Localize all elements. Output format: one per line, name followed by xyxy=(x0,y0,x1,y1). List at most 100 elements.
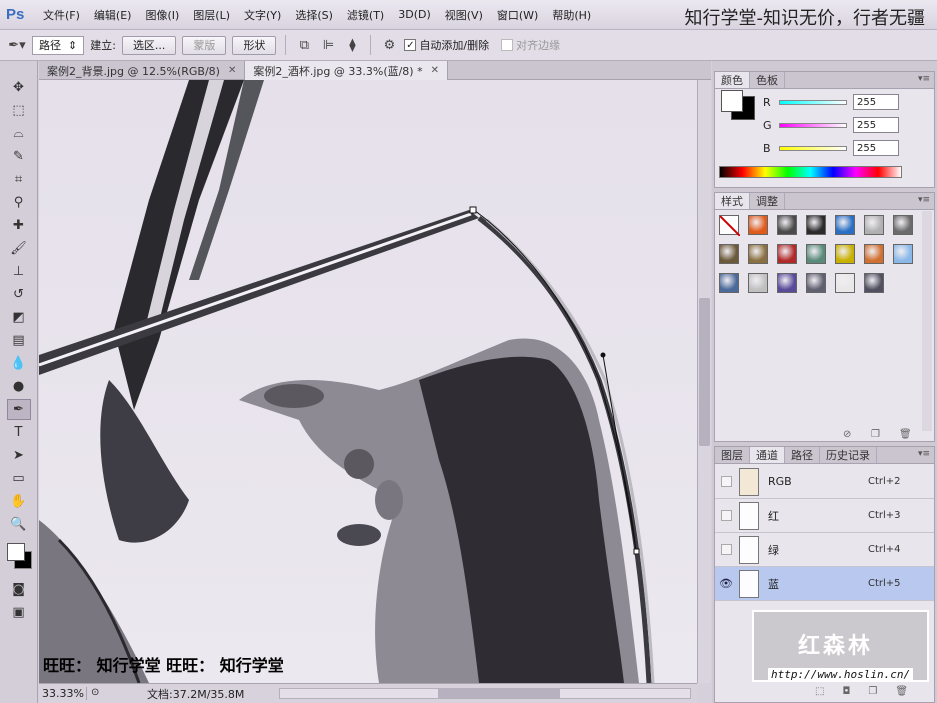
red-slider[interactable] xyxy=(779,99,847,105)
style-swatch[interactable] xyxy=(777,273,797,293)
menu-view[interactable]: 视图(V) xyxy=(438,7,490,23)
horizontal-scrollbar[interactable] xyxy=(279,688,691,699)
type-tool-icon[interactable]: T xyxy=(7,422,31,443)
style-swatch[interactable] xyxy=(806,273,826,293)
eraser-tool-icon[interactable]: ◩ xyxy=(7,307,31,328)
style-swatch[interactable] xyxy=(777,215,797,235)
style-swatch[interactable] xyxy=(835,244,855,264)
path-arrangement-icon[interactable]: ⧫ xyxy=(343,36,361,54)
menu-help[interactable]: 帮助(H) xyxy=(545,7,598,23)
pen-mode-select[interactable]: 路径 ⇕ xyxy=(32,35,85,55)
style-swatch[interactable] xyxy=(777,244,797,264)
tab-paths[interactable]: 路径 xyxy=(785,447,820,463)
channel-row-green[interactable]: 绿 Ctrl+4 xyxy=(715,533,934,567)
gear-icon[interactable]: ⚙ xyxy=(380,36,398,54)
make-mask-button[interactable]: 蒙版 xyxy=(182,35,227,55)
blue-slider[interactable] xyxy=(779,145,847,151)
foreground-color-swatch[interactable] xyxy=(721,90,743,112)
panel-menu-icon[interactable]: ▾≡ xyxy=(918,195,930,205)
menu-type[interactable]: 文字(Y) xyxy=(237,7,288,23)
tab-styles[interactable]: 样式 xyxy=(715,193,750,209)
save-selection-icon[interactable]: ◘ xyxy=(842,686,850,697)
lasso-tool-icon[interactable]: ⌓ xyxy=(7,123,31,144)
style-swatch[interactable] xyxy=(806,215,826,235)
tab-adjustments[interactable]: 调整 xyxy=(750,193,785,209)
move-tool-icon[interactable]: ✥ xyxy=(7,77,31,98)
path-operations-icon[interactable]: ⧉ xyxy=(295,36,313,54)
menu-image[interactable]: 图像(I) xyxy=(138,7,186,23)
pen-tool-icon[interactable]: ✒ xyxy=(6,399,31,420)
style-swatch[interactable] xyxy=(719,244,739,264)
style-swatch[interactable] xyxy=(864,273,884,293)
no-style-icon[interactable]: ⊘ xyxy=(843,429,851,440)
style-swatch[interactable] xyxy=(719,215,741,237)
clone-stamp-tool-icon[interactable]: ⊥ xyxy=(7,261,31,282)
brush-tool-icon[interactable]: 🖌 xyxy=(7,238,31,259)
new-style-icon[interactable]: ❐ xyxy=(871,429,880,440)
panel-menu-icon[interactable]: ▾≡ xyxy=(918,449,930,459)
menu-file[interactable]: 文件(F) xyxy=(36,7,87,23)
color-swatches[interactable] xyxy=(0,537,37,577)
zoom-tool-icon[interactable]: 🔍 xyxy=(7,514,31,535)
visibility-toggle[interactable] xyxy=(715,510,737,521)
style-swatch[interactable] xyxy=(893,244,913,264)
tab-channels[interactable]: 通道 xyxy=(750,447,785,463)
style-swatch[interactable] xyxy=(835,215,855,235)
gradient-tool-icon[interactable]: ▤ xyxy=(7,330,31,351)
green-value-input[interactable]: 255 xyxy=(853,117,899,133)
history-brush-tool-icon[interactable]: ↺ xyxy=(7,284,31,305)
trash-icon[interactable]: 🗑 xyxy=(895,686,908,697)
style-swatch[interactable] xyxy=(806,244,826,264)
tab-layers[interactable]: 图层 xyxy=(715,447,750,463)
color-spectrum-bar[interactable] xyxy=(719,166,902,178)
channel-row-red[interactable]: 红 Ctrl+3 xyxy=(715,499,934,533)
tab-history[interactable]: 历史记录 xyxy=(820,447,877,463)
path-alignment-icon[interactable]: ⊫ xyxy=(319,36,337,54)
dodge-tool-icon[interactable]: ● xyxy=(7,376,31,397)
document-canvas[interactable]: 旺旺： 知行学堂 旺旺： 知行学堂 xyxy=(39,80,697,683)
eyedropper-tool-icon[interactable]: ⚲ xyxy=(7,192,31,213)
styles-scrollbar[interactable] xyxy=(922,211,932,431)
screen-mode-icon[interactable]: ▣ xyxy=(7,602,31,623)
auto-add-delete-checkbox[interactable]: ✓ 自动添加/删除 xyxy=(404,37,489,53)
pen-tool-preset-icon[interactable]: ✒▾ xyxy=(8,36,26,54)
style-swatch[interactable] xyxy=(748,244,768,264)
style-swatch[interactable] xyxy=(835,273,855,293)
marquee-tool-icon[interactable]: ⬚ xyxy=(7,100,31,121)
blur-tool-icon[interactable]: 💧 xyxy=(7,353,31,374)
channel-row-blue[interactable]: 👁 蓝 Ctrl+5 xyxy=(715,567,934,601)
menu-select[interactable]: 选择(S) xyxy=(288,7,340,23)
close-icon[interactable]: ✕ xyxy=(431,65,439,76)
menu-window[interactable]: 窗口(W) xyxy=(490,7,545,23)
menu-3d[interactable]: 3D(D) xyxy=(391,8,438,21)
style-swatch[interactable] xyxy=(864,215,884,235)
status-menu-icon[interactable]: ⊙ xyxy=(91,687,99,698)
new-channel-icon[interactable]: ❐ xyxy=(868,686,877,697)
visibility-toggle[interactable] xyxy=(715,544,737,555)
channel-row-rgb[interactable]: RGB Ctrl+2 xyxy=(715,465,934,499)
red-value-input[interactable]: 255 xyxy=(853,94,899,110)
style-swatch[interactable] xyxy=(748,215,768,235)
path-selection-tool-icon[interactable]: ➤ xyxy=(7,445,31,466)
make-shape-button[interactable]: 形状 xyxy=(232,35,277,55)
foreground-color-swatch[interactable] xyxy=(7,543,25,561)
align-edges-checkbox[interactable]: 对齐边缘 xyxy=(501,37,560,53)
quick-selection-tool-icon[interactable]: ✎ xyxy=(7,146,31,167)
scroll-thumb[interactable] xyxy=(438,689,560,698)
hand-tool-icon[interactable]: ✋ xyxy=(7,491,31,512)
style-swatch[interactable] xyxy=(719,273,739,293)
menu-edit[interactable]: 编辑(E) xyxy=(87,7,139,23)
quick-mask-icon[interactable]: ◙ xyxy=(7,579,31,600)
healing-brush-tool-icon[interactable]: ✚ xyxy=(7,215,31,236)
vertical-scrollbar[interactable] xyxy=(697,80,711,683)
rectangle-tool-icon[interactable]: ▭ xyxy=(7,468,31,489)
scroll-thumb[interactable] xyxy=(699,298,710,446)
visibility-toggle[interactable] xyxy=(715,476,737,487)
doc-tab-wineglass[interactable]: 案例2_酒杯.jpg @ 33.3%(蓝/8) * ✕ xyxy=(245,61,448,80)
style-swatch[interactable] xyxy=(864,244,884,264)
tab-swatches[interactable]: 色板 xyxy=(750,72,785,88)
trash-icon[interactable]: 🗑 xyxy=(899,429,912,440)
crop-tool-icon[interactable]: ⌗ xyxy=(7,169,31,190)
green-slider[interactable] xyxy=(779,122,847,128)
tab-color[interactable]: 颜色 xyxy=(715,72,750,88)
